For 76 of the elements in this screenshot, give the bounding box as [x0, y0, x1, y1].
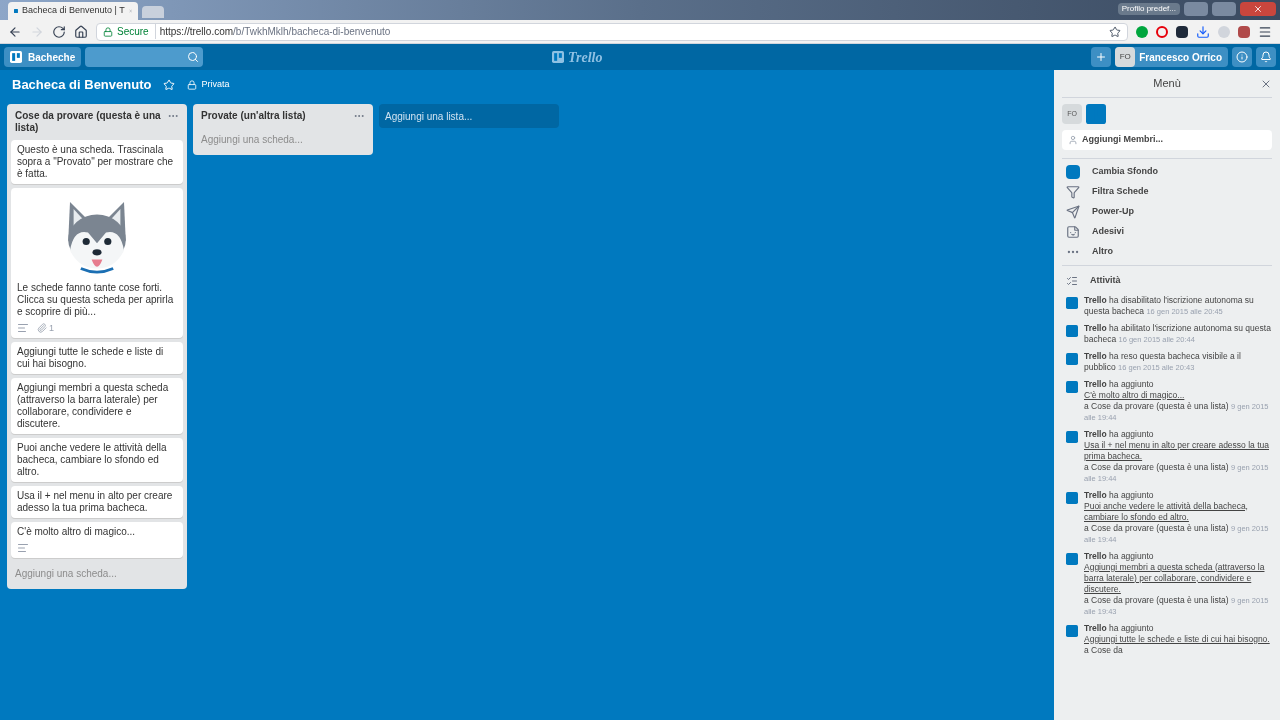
menu-item[interactable]: Filtra Schede — [1092, 185, 1149, 199]
info-icon — [1236, 51, 1248, 63]
url-text: https://trello.com/b/TwkhMklh/bacheca-di-benvenuto — [159, 25, 391, 39]
add-button[interactable] — [1091, 47, 1112, 67]
card[interactable]: C'è molto altro di magico... — [11, 522, 183, 558]
search-icon — [187, 51, 200, 63]
activity-title: Attività — [1090, 274, 1121, 287]
card[interactable]: Le schede fanno tante cose forti. Clicca su questa scheda per aprirla e scoprire di più... 1 — [11, 188, 183, 338]
board-title[interactable]: Bacheca di Benvenuto — [12, 75, 152, 95]
boards-button[interactable]: Bacheche — [4, 47, 82, 67]
notifications-button[interactable] — [1256, 47, 1276, 67]
menu-item[interactable]: Altro — [1092, 245, 1113, 259]
lock-icon — [187, 80, 198, 90]
card-link[interactable]: C'è molto altro di magico... — [1084, 389, 1272, 401]
card-text: Le schede fanno tante cose forti. Clicca su questa scheda per aprirla e scoprire di più... — [17, 282, 174, 317]
card[interactable]: Puoi anche vedere le attività della bacheca, cambiare lo sfondo ed altro. — [11, 438, 183, 482]
secure-label: Secure — [117, 24, 156, 39]
menu-item[interactable]: Adesivi — [1092, 225, 1124, 239]
activity-text: Trello ha aggiunto — [1084, 428, 1155, 440]
add-list-button[interactable]: Aggiungi una lista... — [379, 104, 559, 128]
card[interactable]: Aggiungi tutte le schede e liste di cui hai bisogno. — [11, 342, 183, 374]
card-text: Puoi anche vedere le attività della bacheca, cambiare lo sfondo ed altro. — [17, 442, 167, 477]
attachment-icon — [37, 323, 47, 333]
card-text: Questo è una scheda. Trascinala sopra a "Provato" per mostrare che è fatta. — [17, 144, 174, 179]
home-icon[interactable] — [74, 24, 88, 39]
sticker-icon — [1066, 225, 1080, 239]
card[interactable]: Aggiungi membri a questa scheda (attraverso la barra laterale) per collaborare, condividere e discutere. — [11, 378, 183, 434]
menu-item[interactable]: Power-Up — [1092, 205, 1134, 219]
attachment-count: 1 — [49, 322, 54, 334]
board-icon — [10, 51, 22, 63]
card-link[interactable]: Usa il + nel menu in alto per creare adesso la tua prima bacheca. — [1084, 439, 1272, 462]
card-text: Aggiungi tutte le schede e liste di cui hai bisogno. — [17, 346, 164, 369]
app-logo: Trello — [567, 48, 603, 67]
browser-tab[interactable]: Bacheca di Benvenuto | T — [8, 2, 138, 20]
activity-text: Trello ha aggiunto — [1084, 622, 1155, 634]
lock-icon — [103, 26, 113, 37]
user-avatar: FO — [1115, 47, 1136, 67]
activity-text: Trello ha aggiunto — [1084, 489, 1155, 501]
user-button[interactable]: FO Francesco Orrico — [1115, 47, 1228, 67]
list-title[interactable]: Cose da provare (questa è una lista) — [15, 110, 167, 134]
address-bar[interactable]: Secure https://trello.com/b/TwkhMklh/bacheca-di-benvenuto — [96, 22, 1128, 41]
activity-icon — [1066, 274, 1078, 287]
plus-icon — [1095, 51, 1108, 63]
activity-text: Trello ha aggiunto — [1084, 378, 1155, 390]
filter-icon — [1066, 185, 1080, 199]
menu-item[interactable]: Cambia Sfondo — [1092, 165, 1158, 179]
profile-button[interactable]: Profilo predef... — [1117, 3, 1180, 15]
card-link[interactable]: Puoi anche vedere le attività della bacheca, cambiare lo sfondo ed altro. — [1084, 500, 1272, 523]
menu-title: Menù — [1153, 76, 1181, 92]
card-text: Usa il + nel menu in alto per creare adesso la tua prima bacheca. — [17, 490, 173, 513]
logo-icon — [551, 51, 564, 63]
browser-menu-icon[interactable] — [1258, 24, 1272, 39]
close-window-button[interactable] — [1240, 2, 1276, 16]
back-icon[interactable] — [8, 24, 22, 39]
visibility-label[interactable]: Privata — [201, 78, 230, 92]
activity-detail: a Cose da — [1084, 644, 1124, 656]
bookmark-star-icon[interactable] — [1109, 25, 1121, 38]
star-icon[interactable] — [163, 79, 176, 91]
download-icon[interactable] — [1196, 24, 1210, 39]
close-icon — [1253, 4, 1263, 14]
reload-icon[interactable] — [52, 24, 66, 39]
person-icon — [1068, 135, 1078, 145]
card[interactable]: Questo è una scheda. Trascinala sopra a "Provato" per mostrare che è fatta. — [11, 140, 183, 184]
bell-icon — [1260, 51, 1272, 63]
card-link[interactable]: Aggiungi membri a questa scheda (attraverso la barra laterale) per collaborare, condividere e discutere. — [1084, 561, 1272, 595]
add-members-button[interactable]: Aggiungi Membri... — [1062, 130, 1272, 150]
send-icon — [1066, 205, 1080, 219]
card-link[interactable]: Aggiungi tutte le schede e liste di cui hai bisogno. — [1084, 633, 1270, 645]
card[interactable]: Usa il + nel menu in alto per creare adesso la tua prima bacheca. — [11, 486, 183, 518]
card-text: C'è molto altro di magico... — [17, 526, 136, 537]
list-title[interactable]: Provate (un'altra lista) — [201, 110, 306, 122]
extension-icon[interactable] — [1176, 25, 1188, 38]
card-text: Aggiungi membri a questa scheda (attraverso la barra laterale) per collaborare, condividere e discutere. — [17, 382, 169, 429]
info-button[interactable] — [1232, 47, 1252, 67]
search-field[interactable] — [85, 47, 204, 67]
activity-text: Trello ha aggiunto — [1084, 550, 1155, 562]
